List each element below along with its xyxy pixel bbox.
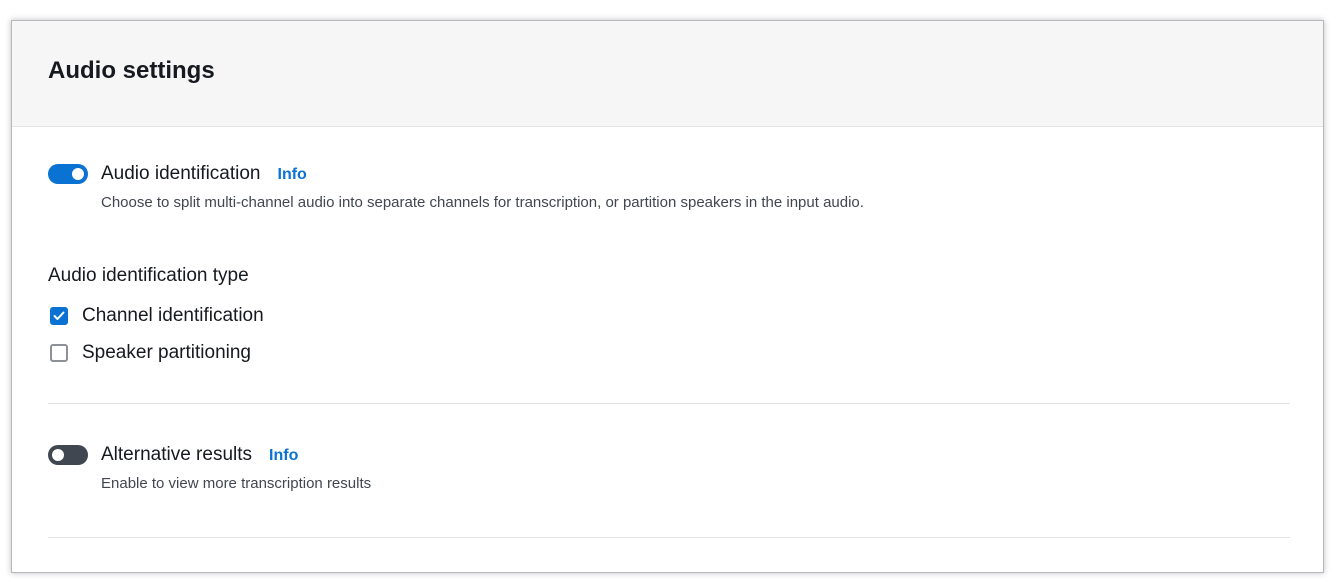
audio-identification-info-link[interactable]: Info	[278, 166, 307, 184]
alternative-results-info-link[interactable]: Info	[269, 447, 298, 465]
section-divider	[48, 537, 1290, 538]
channel-identification-label: Channel identification	[82, 305, 264, 326]
audio-identification-toggle[interactable]	[48, 164, 88, 184]
alternative-results-toggle[interactable]	[48, 445, 88, 465]
checkmark-icon	[53, 311, 65, 320]
alternative-results-label: Alternative results	[101, 444, 253, 465]
speaker-partitioning-checkbox[interactable]	[50, 344, 68, 362]
speaker-partitioning-option[interactable]: Speaker partitioning	[50, 340, 251, 366]
alternative-results-description: Enable to view more transcription result…	[101, 475, 372, 492]
alternative-results-row: Alternative results Info Enable to view …	[48, 442, 371, 494]
toggle-knob	[52, 449, 64, 461]
channel-identification-checkbox[interactable]	[50, 307, 68, 325]
audio-identification-row: Audio identification Info Choose to spli…	[48, 161, 864, 213]
section-divider	[48, 403, 1290, 404]
speaker-partitioning-label: Speaker partitioning	[82, 342, 251, 363]
audio-identification-label: Audio identification	[101, 163, 261, 184]
alternative-results-text: Alternative results Info Enable to view …	[101, 442, 371, 494]
channel-identification-option[interactable]: Channel identification	[50, 303, 264, 329]
audio-identification-text: Audio identification Info Choose to spli…	[101, 161, 864, 213]
toggle-knob	[72, 168, 84, 180]
audio-identification-type-label: Audio identification type	[48, 265, 249, 286]
audio-identification-description: Choose to split multi-channel audio into…	[101, 194, 864, 211]
panel-header: Audio settings	[12, 21, 1323, 127]
audio-settings-panel: Audio settings Audio identification Info…	[11, 20, 1324, 573]
panel-title: Audio settings	[48, 57, 215, 84]
